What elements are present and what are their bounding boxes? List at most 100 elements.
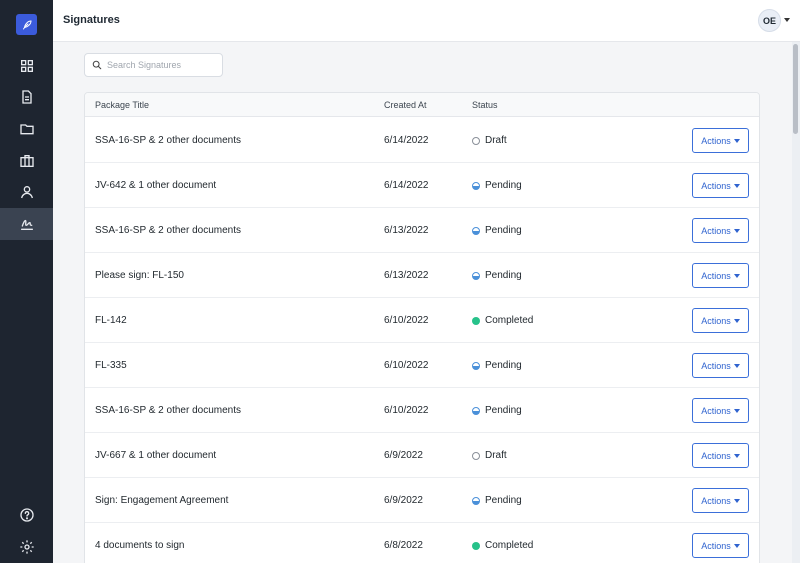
nav-dashboard[interactable] xyxy=(0,50,53,82)
column-header-created: Created At xyxy=(384,100,427,110)
actions-button[interactable]: Actions xyxy=(692,128,749,153)
status-badge: Completed xyxy=(472,315,533,326)
caret-down-icon xyxy=(733,228,740,233)
actions-button[interactable]: Actions xyxy=(692,218,749,243)
status-badge: Draft xyxy=(472,135,507,146)
column-header-status: Status xyxy=(472,100,498,110)
search-input[interactable] xyxy=(107,60,217,70)
app-logo[interactable] xyxy=(16,14,37,35)
top-bar: Signatures OE xyxy=(53,0,800,42)
nav-help[interactable] xyxy=(0,499,53,531)
status-pending-icon xyxy=(472,361,480,370)
nav-documents[interactable] xyxy=(0,81,53,113)
created-date: 6/8/2022 xyxy=(384,540,423,551)
caret-down-icon xyxy=(733,183,740,188)
created-date: 6/10/2022 xyxy=(384,405,429,416)
chevron-down-icon[interactable] xyxy=(784,18,790,22)
actions-button[interactable]: Actions xyxy=(692,308,749,333)
caret-down-icon xyxy=(733,138,740,143)
grid-icon xyxy=(20,60,33,72)
status-pending-icon xyxy=(472,226,480,235)
status-pending-icon xyxy=(472,181,480,190)
actions-button[interactable]: Actions xyxy=(692,398,749,423)
actions-label: Actions xyxy=(701,180,731,191)
status-badge: Pending xyxy=(472,360,522,371)
created-date: 6/10/2022 xyxy=(384,360,429,371)
actions-button[interactable]: Actions xyxy=(692,263,749,288)
table-row[interactable]: FL-142 6/10/2022 Completed Actions xyxy=(85,298,759,343)
actions-button[interactable]: Actions xyxy=(692,173,749,198)
package-title: FL-335 xyxy=(95,360,127,371)
status-label: Pending xyxy=(485,405,522,416)
feather-pen-icon xyxy=(22,20,31,29)
table-row[interactable]: SSA-16-SP & 2 other documents 6/14/2022 Dr… xyxy=(85,118,759,163)
table-row[interactable]: FL-335 6/10/2022 Pending Actions xyxy=(85,343,759,388)
table-row[interactable]: Sign: Engagement Agreement 6/9/2022 Pendin… xyxy=(85,478,759,523)
search-box[interactable] xyxy=(84,53,223,77)
actions-label: Actions xyxy=(701,495,731,506)
package-title: SSA-16-SP & 2 other documents xyxy=(95,225,242,236)
status-badge: Pending xyxy=(472,180,522,191)
nav-folders[interactable] xyxy=(0,113,53,145)
actions-label: Actions xyxy=(701,225,731,236)
status-badge: Pending xyxy=(472,270,522,281)
created-date: 6/14/2022 xyxy=(384,180,429,191)
status-label: Pending xyxy=(485,360,522,371)
caret-down-icon xyxy=(733,273,740,278)
package-title: 4 documents to sign xyxy=(95,540,185,551)
status-completed-icon xyxy=(472,316,480,325)
created-date: 6/10/2022 xyxy=(384,315,429,326)
column-header-title: Package Title xyxy=(95,100,150,110)
nav-cases[interactable] xyxy=(0,145,53,177)
search-icon xyxy=(92,60,102,70)
status-badge: Completed xyxy=(472,540,533,551)
status-draft-icon xyxy=(472,136,480,145)
status-label: Completed xyxy=(485,540,534,551)
nav-settings[interactable] xyxy=(0,531,53,563)
created-date: 6/9/2022 xyxy=(384,450,423,461)
actions-label: Actions xyxy=(701,360,731,371)
scrollbar-thumb[interactable] xyxy=(793,44,798,134)
user-avatar[interactable]: OE xyxy=(758,9,781,32)
status-label: Pending xyxy=(485,180,522,191)
caret-down-icon xyxy=(733,543,740,548)
created-date: 6/13/2022 xyxy=(384,225,429,236)
package-title: JV-642 & 1 other document xyxy=(95,180,217,191)
table-row[interactable]: JV-667 & 1 other document 6/9/2022 Draft Ac… xyxy=(85,433,759,478)
table-row[interactable]: JV-642 & 1 other document 6/14/2022 Pendin… xyxy=(85,163,759,208)
actions-label: Actions xyxy=(701,405,731,416)
created-date: 6/9/2022 xyxy=(384,495,423,506)
table-row[interactable]: 4 documents to sign 6/8/2022 Completed Acti… xyxy=(85,523,759,563)
actions-label: Actions xyxy=(701,540,731,551)
page-title: Signatures xyxy=(63,14,120,26)
help-icon xyxy=(19,508,34,522)
status-label: Pending xyxy=(485,225,522,236)
caret-down-icon xyxy=(733,408,740,413)
caret-down-icon xyxy=(733,318,740,323)
status-label: Draft xyxy=(485,450,507,461)
package-title: Sign: Engagement Agreement xyxy=(95,495,229,506)
actions-button[interactable]: Actions xyxy=(692,443,749,468)
status-pending-icon xyxy=(472,406,480,415)
nav-contacts[interactable] xyxy=(0,176,53,208)
status-completed-icon xyxy=(472,541,480,550)
package-title: FL-142 xyxy=(95,315,127,326)
caret-down-icon xyxy=(733,453,740,458)
settings-icon xyxy=(19,540,34,554)
package-title: SSA-16-SP & 2 other documents xyxy=(95,405,242,416)
status-label: Pending xyxy=(485,270,522,281)
actions-label: Actions xyxy=(701,270,731,281)
status-label: Pending xyxy=(485,495,522,506)
actions-button[interactable]: Actions xyxy=(692,353,749,378)
actions-button[interactable]: Actions xyxy=(692,533,749,558)
table-row[interactable]: SSA-16-SP & 2 other documents 6/13/2022 Pe… xyxy=(85,208,759,253)
status-pending-icon xyxy=(472,271,480,280)
package-title: Please sign: FL-150 xyxy=(95,270,184,281)
status-label: Completed xyxy=(485,315,534,326)
table-row[interactable]: SSA-16-SP & 2 other documents 6/10/2022 Pe… xyxy=(85,388,759,433)
caret-down-icon xyxy=(733,363,740,368)
table-row[interactable]: Please sign: FL-150 6/13/2022 Pending Actio… xyxy=(85,253,759,298)
actions-button[interactable]: Actions xyxy=(692,488,749,513)
status-badge: Draft xyxy=(472,450,507,461)
nav-signatures[interactable] xyxy=(0,208,53,240)
